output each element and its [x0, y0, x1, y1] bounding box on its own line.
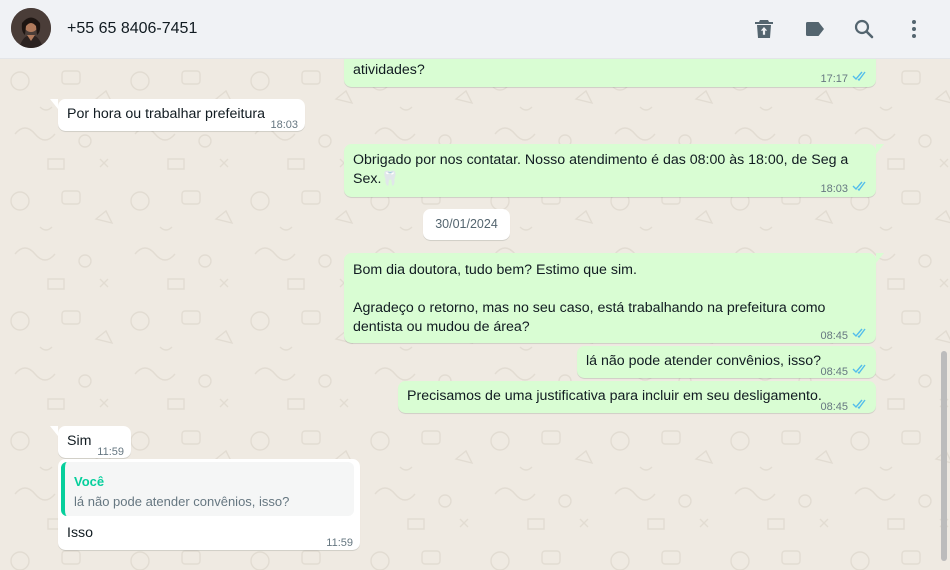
message-bubble-outgoing[interactable]: Bom dia doutora, tudo bem? Estimo que si… [344, 253, 884, 343]
message-bubble-outgoing[interactable]: atividades? 17:17 [344, 59, 876, 87]
read-ticks-icon [852, 328, 866, 338]
quote-text: lá não pode atender convênios, isso? [74, 494, 290, 509]
read-ticks-icon [852, 399, 866, 409]
message-bubble-incoming[interactable]: Por hora ou trabalhar prefeitura 18:03 [50, 99, 305, 131]
message-text: Precisamos de uma justificativa para inc… [407, 388, 822, 404]
message-bubble-outgoing[interactable]: Obrigado por nos contatar. Nosso atendim… [344, 144, 884, 197]
trash-icon[interactable] [752, 17, 776, 41]
message-text: Obrigado por nos contatar. Nosso atendim… [353, 152, 849, 187]
message-time: 08:45 [820, 330, 848, 342]
chat-area[interactable]: atividades? 17:17 Por hora ou trabalhar … [0, 59, 950, 570]
bubble-tail [50, 426, 58, 436]
message-text: lá não pode atender convênios, isso? [586, 353, 822, 369]
message-bubble-incoming[interactable]: Sim 11:59 [50, 426, 131, 458]
message-text: Bom dia doutora, tudo bem? Estimo que si… [353, 262, 826, 335]
contact-name[interactable]: +55 65 8406-7451 [67, 20, 197, 38]
message-text: Sim [67, 433, 92, 449]
date-divider: 30/01/2024 [423, 209, 510, 240]
message-text: Por hora ou trabalhar prefeitura [67, 106, 265, 122]
read-ticks-icon [852, 71, 866, 81]
label-icon[interactable] [803, 17, 827, 41]
quote-author: Você [74, 474, 105, 489]
scrollbar-thumb[interactable] [941, 351, 947, 561]
bubble-tail [50, 99, 58, 109]
search-icon[interactable] [852, 17, 876, 41]
message-text: atividades? [353, 62, 425, 78]
quoted-message[interactable]: Você lá não pode atender convênios, isso… [61, 462, 354, 516]
menu-icon[interactable] [902, 17, 926, 41]
bubble-tail [876, 144, 884, 154]
message-time: 08:45 [820, 401, 848, 413]
avatar[interactable] [11, 8, 51, 48]
bubble-tail [876, 253, 884, 263]
message-bubble-outgoing[interactable]: lá não pode atender convênios, isso? 08:… [577, 346, 876, 378]
read-ticks-icon [852, 181, 866, 191]
message-time: 18:03 [820, 183, 848, 195]
read-ticks-icon [852, 364, 866, 374]
message-time: 11:59 [326, 537, 353, 549]
message-time: 08:45 [820, 366, 848, 378]
message-bubble-outgoing[interactable]: Precisamos de uma justificativa para inc… [398, 381, 876, 413]
message-time: 17:17 [820, 73, 848, 85]
message-bubble-incoming-reply[interactable]: Você lá não pode atender convênios, isso… [58, 459, 360, 550]
chat-header: +55 65 8406-7451 [0, 0, 950, 59]
message-time: 18:03 [270, 119, 298, 131]
message-text: Isso [67, 525, 94, 541]
